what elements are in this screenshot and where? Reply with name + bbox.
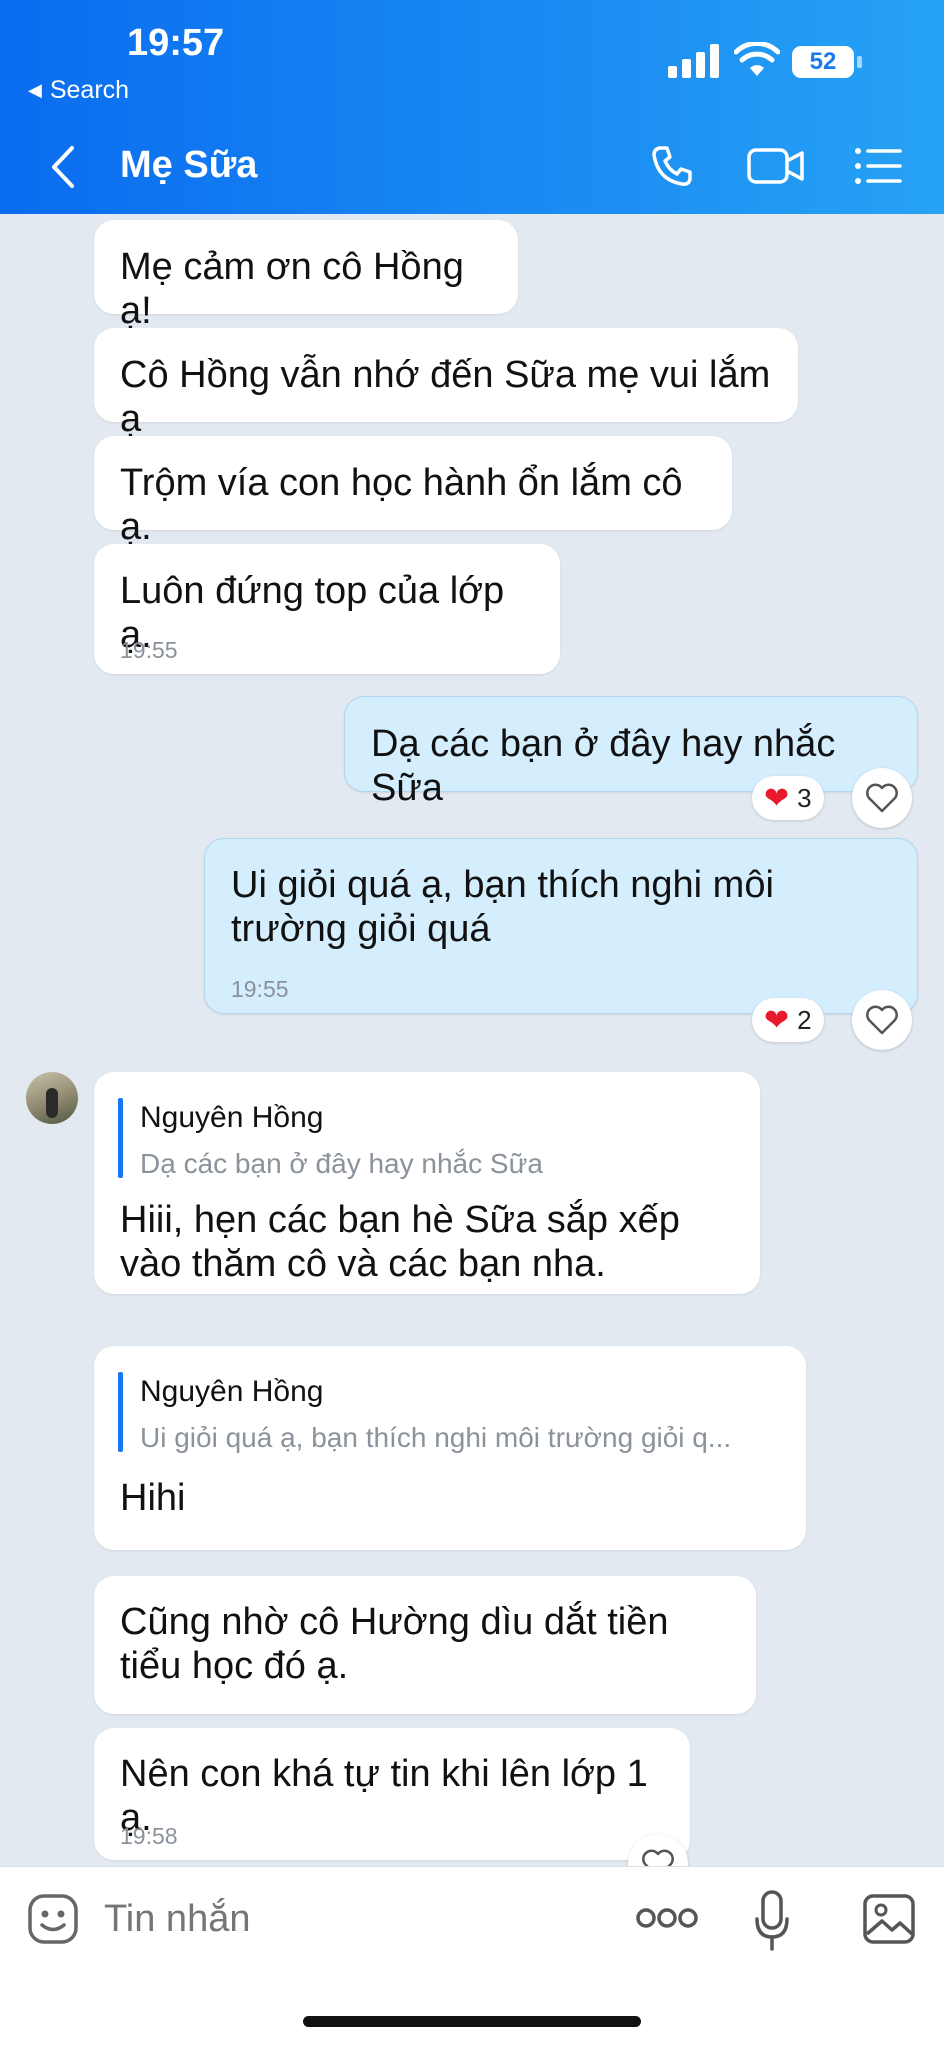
microphone-icon[interactable] xyxy=(754,1889,790,1953)
heart-reaction-icon: ❤ xyxy=(764,1003,790,1037)
battery-cap xyxy=(857,56,862,68)
chat-header: 19:57 ◀ Search 52 Mẹ Sữa xyxy=(0,0,944,214)
message-text: Luôn đứng top của lớp ạ. xyxy=(120,570,505,656)
list-menu-icon[interactable] xyxy=(854,146,902,186)
message-text: Trộm vía con học hành ổn lắm cô ạ. xyxy=(120,462,683,548)
message-text: Cũng nhờ cô Hường dìu dắt tiền tiểu học … xyxy=(120,1601,669,1687)
message-text: Nên con khá tự tin khi lên lớp 1 ạ. xyxy=(120,1753,648,1839)
message-bubble[interactable]: Mẹ cảm ơn cô Hồng ạ! xyxy=(94,220,518,332)
back-triangle-icon: ◀ xyxy=(28,80,42,100)
message-list[interactable]: Mẹ cảm ơn cô Hồng ạ! Cô Hồng vẫn nhớ đến… xyxy=(0,214,944,1866)
message-text: Hihi xyxy=(120,1477,186,1519)
message-text: Cô Hồng vẫn nhớ đến Sữa mẹ vui lắm ạ xyxy=(120,354,771,440)
message-bubble[interactable]: Luôn đứng top của lớp ạ. 19:55 xyxy=(94,544,560,674)
message-text: Hiii, hẹn các bạn hè Sữa sắp xếp vào thă… xyxy=(120,1199,680,1285)
reaction-count: 2 xyxy=(797,1004,812,1035)
message-bubble[interactable]: Trộm vía con học hành ổn lắm cô ạ. xyxy=(94,436,732,548)
message-time: 19:55 xyxy=(120,637,178,663)
message-bubble[interactable]: Cô Hồng vẫn nhớ đến Sữa mẹ vui lắm ạ xyxy=(94,328,798,440)
avatar[interactable] xyxy=(26,1072,78,1124)
reply-quote-bar xyxy=(118,1372,123,1452)
avatar-figure xyxy=(46,1088,58,1118)
reaction-count: 3 xyxy=(797,782,812,813)
reaction-summary[interactable]: ❤ 3 xyxy=(752,776,824,820)
back-app-label: Search xyxy=(49,76,130,104)
battery-level: 52 xyxy=(809,48,837,75)
message-text: Ui giỏi quá ạ, bạn thích nghi môi trường… xyxy=(231,864,774,950)
back-to-app-link[interactable]: ◀ Search xyxy=(28,76,129,105)
reaction-summary[interactable]: ❤ 2 xyxy=(752,998,824,1042)
message-time: 19:55 xyxy=(231,976,289,1002)
message-text: Mẹ cảm ơn cô Hồng ạ! xyxy=(120,246,464,332)
reply-quote-bar xyxy=(118,1098,123,1178)
reply-sender-name: Nguyên Hồng xyxy=(140,1375,324,1408)
status-time: 19:57 xyxy=(127,22,225,64)
reply-quoted-text: Dạ các bạn ở đây hay nhắc Sữa xyxy=(140,1148,543,1179)
sticker-smile-icon[interactable] xyxy=(26,1892,80,1946)
chevron-left-icon[interactable] xyxy=(44,142,84,192)
battery-indicator: 52 xyxy=(792,46,854,78)
phone-icon[interactable] xyxy=(648,142,696,190)
heart-icon[interactable] xyxy=(852,990,912,1050)
video-camera-icon[interactable] xyxy=(746,146,806,186)
outgoing-message-bubble[interactable]: Ui giỏi quá ạ, bạn thích nghi môi trường… xyxy=(204,838,918,1014)
chat-title[interactable]: Mẹ Sữa xyxy=(120,144,257,187)
reply-quoted-text: Ui giỏi quá ạ, bạn thích nghi môi trường… xyxy=(140,1422,732,1453)
heart-reaction-icon: ❤ xyxy=(764,781,790,815)
reply-message-bubble[interactable]: Nguyên Hồng Ui giỏi quá ạ, bạn thích ngh… xyxy=(94,1346,806,1550)
message-bubble[interactable]: Cũng nhờ cô Hường dìu dắt tiền tiểu học … xyxy=(94,1576,756,1714)
outgoing-message-bubble[interactable]: Dạ các bạn ở đây hay nhắc Sữa xyxy=(344,696,918,809)
reply-message-bubble[interactable]: Nguyên Hồng Dạ các bạn ở đây hay nhắc Sữ… xyxy=(94,1072,760,1294)
image-icon[interactable] xyxy=(862,1893,916,1945)
more-dots-icon[interactable] xyxy=(636,1905,698,1931)
message-input[interactable] xyxy=(102,1889,606,1949)
signal-icon xyxy=(668,44,722,78)
message-time: 19:58 xyxy=(120,1823,178,1849)
home-indicator[interactable] xyxy=(303,2016,641,2027)
wifi-icon xyxy=(733,40,781,78)
message-bubble[interactable]: Nên con khá tự tin khi lên lớp 1 ạ. 19:5… xyxy=(94,1728,690,1860)
reply-sender-name: Nguyên Hồng xyxy=(140,1101,324,1134)
heart-icon[interactable] xyxy=(852,768,912,828)
